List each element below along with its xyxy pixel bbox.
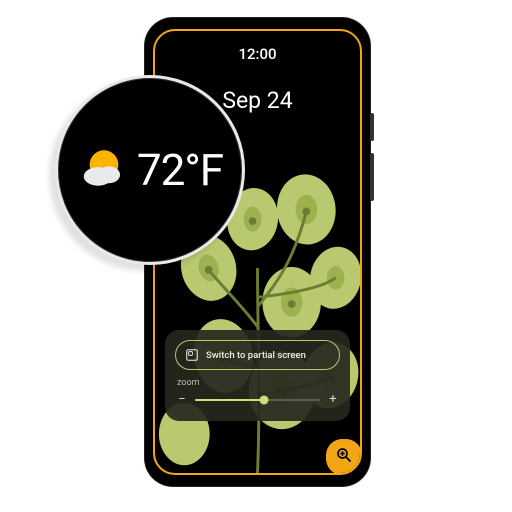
zoom-slider[interactable]: − +: [175, 392, 340, 407]
zoom-minus-button[interactable]: −: [177, 392, 187, 407]
zoom-knob[interactable]: [259, 395, 268, 404]
zoom-fill: [195, 399, 264, 401]
switch-partial-screen-button[interactable]: Switch to partial screen: [175, 340, 340, 370]
switch-label: Switch to partial screen: [206, 350, 306, 361]
partial-screen-icon: [186, 349, 198, 361]
weather-callout: 72°F: [55, 75, 245, 265]
magnifier-icon: [335, 446, 353, 468]
weather-temperature: 72°F: [137, 144, 223, 196]
zoom-label: zoom: [177, 378, 338, 388]
magnifier-panel: Switch to partial screen zoom − +: [165, 330, 350, 421]
zoom-track[interactable]: [195, 399, 320, 401]
volume-button[interactable]: [370, 153, 374, 201]
status-time: 12:00: [155, 45, 360, 63]
power-button[interactable]: [370, 113, 374, 141]
weather-icon: [77, 141, 131, 199]
zoom-plus-button[interactable]: +: [328, 392, 338, 407]
